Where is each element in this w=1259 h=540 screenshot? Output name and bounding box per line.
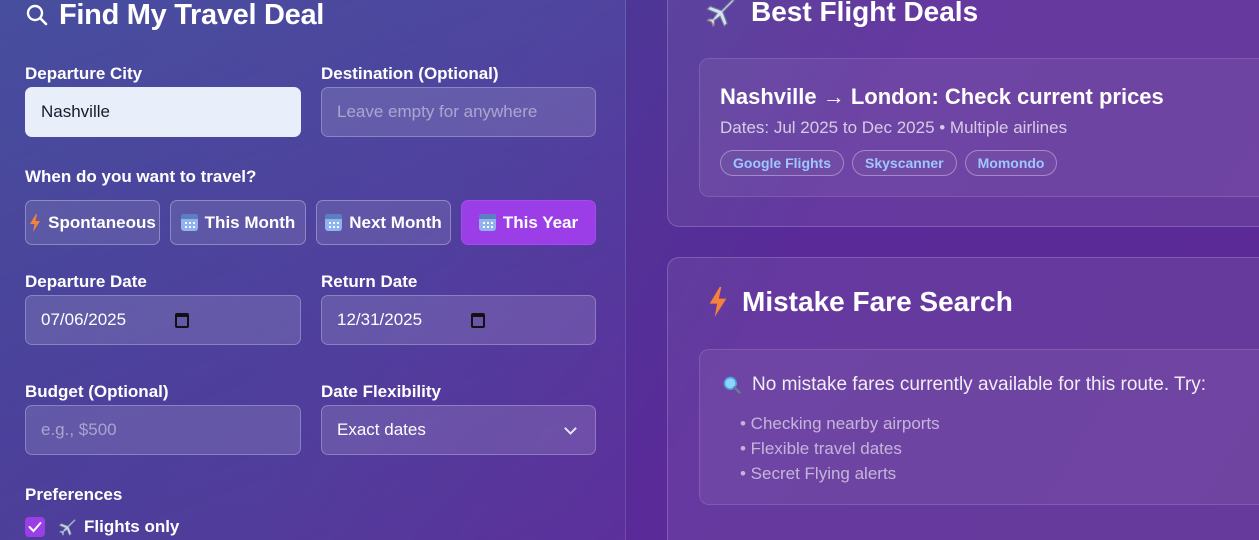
return-date-input[interactable]: 12/31/2025: [321, 295, 596, 345]
deal-route: Nashville → London: Check current prices: [720, 84, 1164, 109]
timing-spontaneous-button[interactable]: Spontaneous: [25, 200, 160, 245]
date-flexibility-select[interactable]: Exact dates: [321, 405, 596, 455]
return-date-label: Return Date: [321, 272, 418, 291]
mistake-fares-card: Mistake Fare Search No mistake fares cur…: [667, 257, 1259, 540]
mistake-fares-heading: Mistake Fare Search: [708, 286, 1013, 318]
search-panel: Find My Travel Deal Departure City Nashv…: [0, 0, 626, 540]
site-tag-google-flights[interactable]: Google Flights: [720, 150, 844, 176]
budget-placeholder: e.g., $500: [41, 420, 117, 439]
timing-this-year-button[interactable]: This Year: [461, 200, 596, 245]
calendar-icon: [180, 214, 198, 231]
best-deals-card: Best Flight Deals Nashville → London: Ch…: [667, 0, 1259, 227]
lightning-icon: [709, 287, 727, 317]
site-tag-skyscanner[interactable]: Skyscanner: [852, 150, 957, 176]
chevron-down-icon: [564, 422, 577, 435]
best-deals-heading: Best Flight Deals: [703, 0, 978, 29]
calendar-icon: [478, 214, 496, 231]
flights-only-option[interactable]: Flights only: [57, 517, 179, 537]
departure-city-value: Nashville: [41, 102, 110, 121]
departure-date-value: 07/06/2025: [41, 310, 127, 329]
deal-sites: Google Flights Skyscanner Momondo: [720, 150, 1065, 176]
destination-placeholder: Leave empty for anywhere: [337, 102, 538, 121]
flights-only-label: Flights only: [84, 517, 180, 536]
timing-option-label: This Month: [204, 212, 296, 232]
search-title-text: Find My Travel Deal: [59, 0, 325, 31]
mistake-fares-result: No mistake fares currently available for…: [699, 349, 1259, 505]
best-deals-title: Best Flight Deals: [751, 0, 979, 27]
timing-this-month-button[interactable]: This Month: [170, 200, 306, 245]
magnifier-icon: [723, 376, 741, 394]
calendar-icon: [325, 214, 343, 231]
date-flexibility-value: Exact dates: [337, 420, 426, 439]
lightning-icon: [30, 213, 41, 232]
budget-label: Budget (Optional): [25, 382, 169, 401]
search-icon: [26, 4, 48, 26]
list-item: • Checking nearby airports: [740, 414, 940, 433]
calendar-picker-icon[interactable]: [471, 313, 485, 328]
deal-details: Dates: Jul 2025 to Dec 2025 • Multiple a…: [720, 118, 1068, 137]
mistake-fares-title: Mistake Fare Search: [742, 286, 1013, 317]
timing-option-label: Spontaneous: [48, 212, 156, 232]
return-date-value: 12/31/2025: [337, 310, 423, 329]
budget-input[interactable]: e.g., $500: [25, 405, 301, 455]
airplane-icon: [58, 519, 76, 536]
departure-city-input[interactable]: Nashville: [25, 87, 301, 137]
list-item: • Secret Flying alerts: [740, 464, 897, 483]
destination-label: Destination (Optional): [321, 64, 499, 83]
list-item: • Flexible travel dates: [740, 439, 902, 458]
suggestion-list: • Checking nearby airports • Flexible tr…: [740, 411, 940, 486]
timing-option-label: Next Month: [349, 212, 442, 232]
calendar-picker-icon[interactable]: [175, 313, 189, 328]
checkmark-icon: [28, 522, 42, 533]
search-title: Find My Travel Deal: [25, 0, 324, 33]
airplane-icon: [706, 0, 735, 28]
mistake-fares-message: No mistake fares currently available for…: [752, 374, 1207, 395]
timing-next-month-button[interactable]: Next Month: [316, 200, 451, 245]
when-to-travel-label: When do you want to travel?: [25, 167, 257, 186]
departure-date-input[interactable]: 07/06/2025: [25, 295, 301, 345]
mistake-fares-message-row: No mistake fares currently available for…: [722, 374, 1206, 396]
destination-input[interactable]: Leave empty for anywhere: [321, 87, 596, 137]
departure-city-label: Departure City: [25, 64, 143, 83]
departure-date-label: Departure Date: [25, 272, 147, 291]
site-tag-momondo[interactable]: Momondo: [964, 150, 1058, 176]
preferences-label: Preferences: [25, 485, 123, 504]
timing-option-label: This Year: [502, 212, 579, 232]
flights-only-checkbox[interactable]: [25, 517, 45, 537]
date-flexibility-label: Date Flexibility: [321, 382, 441, 401]
deal-item[interactable]: Nashville → London: Check current prices…: [699, 58, 1259, 197]
